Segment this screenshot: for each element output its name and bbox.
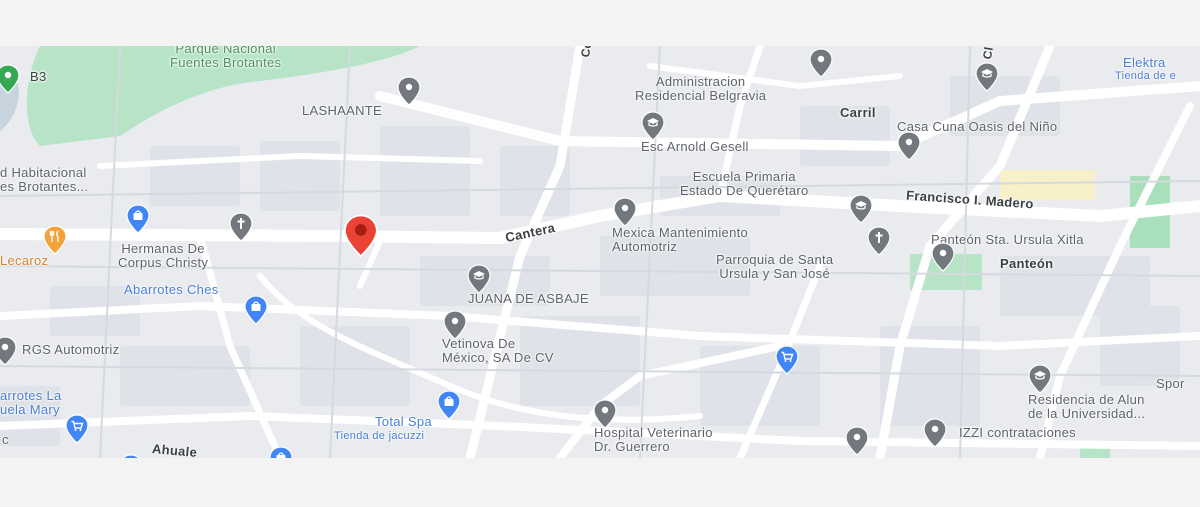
- elektra-sub-label: Tienda de e: [1115, 70, 1176, 82]
- shopping-bag-icon: [126, 204, 150, 234]
- graduation-cap-icon: [975, 62, 999, 92]
- shopping-cart-pin[interactable]: [774, 345, 800, 375]
- total-spa-sub-label: Tienda de jacuzzi: [334, 430, 425, 442]
- cross-pin[interactable]: [228, 212, 254, 242]
- fork-knife-pin[interactable]: [42, 225, 68, 255]
- shopping-cart-icon: [775, 345, 799, 375]
- park-label: Parque Nacional Fuentes Brotantes: [170, 46, 282, 70]
- place-dot-pin[interactable]: [922, 418, 948, 448]
- graduation-cap-pin[interactable]: [1027, 364, 1053, 394]
- izzi-label: IZZI contrataciones: [959, 425, 1076, 440]
- residencia-label: Residencia de Alun de la Universidad...: [1028, 392, 1146, 421]
- lecaroz-label: Lecaroz: [0, 253, 49, 268]
- place-dot-pin[interactable]: [844, 426, 870, 456]
- place-dot-pin[interactable]: [0, 64, 21, 94]
- place-dot-pin[interactable]: [592, 399, 618, 429]
- place-dot-icon: [397, 76, 421, 106]
- esc-arnold-label: Esc Arnold Gesell: [641, 139, 749, 154]
- ahuale-street-label: Ahuale: [151, 441, 198, 458]
- hospital-veterinario-label: Hospital Veterinario Dr. Guerrero: [594, 425, 713, 454]
- shopping-bag-pin[interactable]: [436, 390, 462, 420]
- panteon-street-label: Panteón: [1000, 256, 1054, 271]
- shopping-bag-pin[interactable]: [125, 204, 151, 234]
- mexica-label: Mexica Mantenimiento Automotriz: [612, 225, 749, 254]
- shopping-bag-pin[interactable]: [243, 295, 269, 325]
- place-dot-icon: [845, 426, 869, 456]
- admin-residencial-label: Administracion Residencial Belgravia: [635, 74, 767, 103]
- cross-icon: [867, 226, 891, 256]
- top-frame: [0, 0, 1200, 46]
- unidad-habitacional-label: d Habitacional es Brotantes...: [0, 165, 89, 194]
- place-dot-icon: [613, 197, 637, 227]
- b3-label: B3: [30, 69, 47, 84]
- place-dot-pin[interactable]: [0, 336, 18, 366]
- place-dot-icon: [593, 399, 617, 429]
- place-dot-icon: [0, 336, 17, 366]
- graduation-cap-pin[interactable]: [974, 62, 1000, 92]
- place-dot-pin[interactable]: [808, 48, 834, 78]
- lashaante-label: LASHAANTE: [302, 103, 383, 118]
- place-dot-pin[interactable]: [442, 310, 468, 340]
- selected-location-pin[interactable]: [342, 214, 380, 258]
- graduation-cap-icon: [641, 111, 665, 141]
- place-dot-pin[interactable]: [930, 242, 956, 272]
- place-dot-pin[interactable]: [396, 76, 422, 106]
- shopping-cart-pin[interactable]: [64, 414, 90, 444]
- graduation-cap-pin[interactable]: [466, 264, 492, 294]
- carril-street-label: Carril: [840, 105, 876, 120]
- elektra-label: Elektra: [1123, 55, 1166, 70]
- abarrotes-ches-label: Abarrotes Ches: [124, 282, 219, 297]
- map-pin-red-icon: [344, 214, 378, 258]
- escuela-primaria-label: Escuela Primaria Estado De Querétaro: [680, 169, 809, 198]
- graduation-cap-icon: [849, 194, 873, 224]
- rgs-automotriz-label: RGS Automotriz: [22, 342, 120, 357]
- bottom-frame: [0, 458, 1200, 507]
- shopping-bag-icon: [269, 446, 293, 458]
- parroquia-label: Parroquia de Santa Ursula y San José: [716, 252, 834, 281]
- place-dot-icon: [443, 310, 467, 340]
- graduation-cap-icon: [467, 264, 491, 294]
- map-canvas[interactable]: Parque Nacional Fuentes Brotantes B3 LASH…: [0, 46, 1200, 458]
- juana-asbaje-label: JUANA DE ASBAJE: [468, 291, 589, 306]
- total-spa-label: Total Spa: [375, 414, 432, 429]
- shopping-bag-icon: [437, 390, 461, 420]
- place-dot-icon: [0, 64, 20, 94]
- cl-top-street-label: Cl: [980, 46, 996, 61]
- c-left-label: c: [2, 432, 9, 447]
- shopping-cart-icon: [65, 414, 89, 444]
- shopping-bag-icon: [244, 295, 268, 325]
- fork-knife-icon: [43, 225, 67, 255]
- place-dot-icon: [931, 242, 955, 272]
- place-dot-pin[interactable]: [612, 197, 638, 227]
- cross-icon: [229, 212, 253, 242]
- place-dot-icon: [809, 48, 833, 78]
- graduation-cap-pin[interactable]: [848, 194, 874, 224]
- sport-label: Spor: [1156, 376, 1185, 391]
- cross-pin[interactable]: [866, 226, 892, 256]
- place-dot-icon: [923, 418, 947, 448]
- place-dot-icon: [897, 131, 921, 161]
- abarrotes-la-label: arrotes La uela Mary: [0, 388, 62, 417]
- place-dot-pin[interactable]: [896, 131, 922, 161]
- hermanas-label: Hermanas De Corpus Christy: [118, 241, 209, 270]
- graduation-cap-pin[interactable]: [640, 111, 666, 141]
- vetinova-label: Vetinova De México, SA De CV: [442, 336, 554, 365]
- shopping-bag-pin[interactable]: [268, 446, 294, 458]
- graduation-cap-icon: [1028, 364, 1052, 394]
